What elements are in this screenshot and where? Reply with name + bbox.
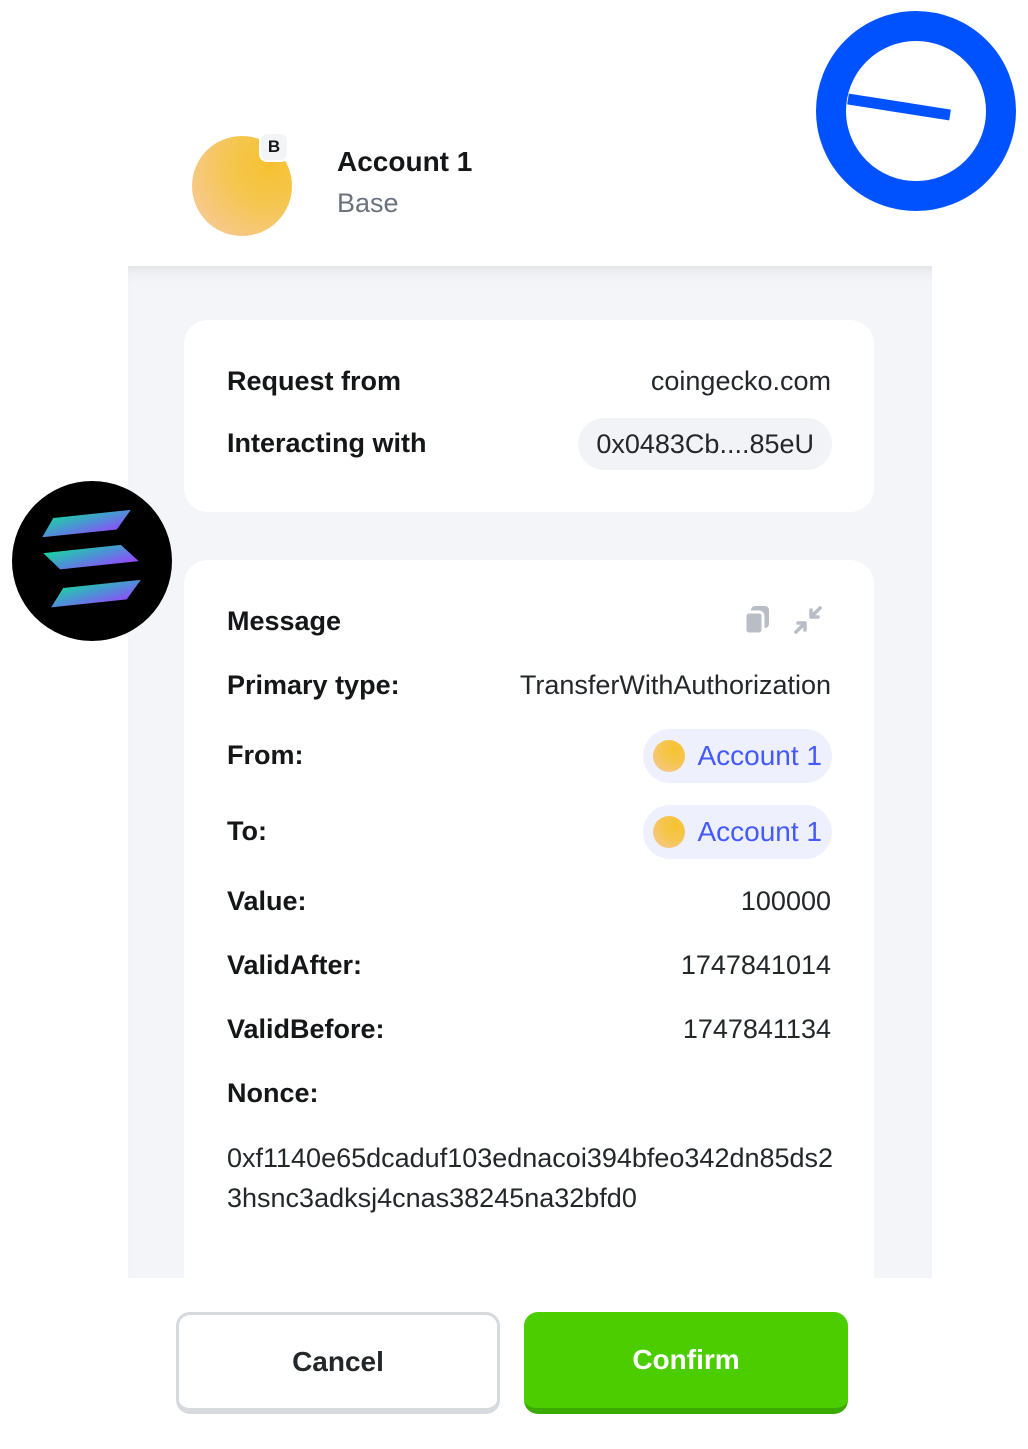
- contract-address-pill[interactable]: 0x0483Cb....85eU: [578, 418, 832, 470]
- primary-type-label: Primary type:: [227, 670, 400, 700]
- request-from-label: Request from: [227, 366, 402, 396]
- nonce-value: 0xf1140e65dcaduf103ednacoi394bfeo342dn85…: [227, 1143, 834, 1213]
- base-logo-icon: [816, 11, 1016, 211]
- account-network: Base: [337, 188, 399, 218]
- cancel-button[interactable]: Cancel: [176, 1312, 500, 1414]
- account-header: B Account 1 Base: [128, 100, 932, 266]
- valid-after-value: 1747841014: [680, 950, 831, 980]
- to-account-avatar: [653, 816, 686, 848]
- request-body[interactable]: Request from coingecko.com Interacting w…: [128, 266, 932, 1278]
- to-account-name: Account 1: [697, 816, 822, 847]
- confirm-button[interactable]: Confirm: [524, 1312, 848, 1414]
- account-name: Account 1: [337, 146, 473, 177]
- collapse-icon[interactable]: [790, 602, 826, 638]
- to-account-pill[interactable]: Account 1: [643, 805, 832, 859]
- solana-logo-icon: [12, 481, 172, 641]
- copy-icon[interactable]: [740, 602, 776, 638]
- from-label: From:: [227, 740, 304, 770]
- valid-before-label: ValidBefore:: [227, 1014, 385, 1044]
- message-title: Message: [227, 606, 342, 636]
- value-value: 100000: [740, 886, 831, 916]
- signature-request-panel: B Account 1 Base Request from coingecko.…: [128, 100, 932, 1430]
- to-label: To:: [227, 816, 267, 846]
- request-origin-card: Request from coingecko.com Interacting w…: [184, 320, 874, 512]
- value-label: Value:: [227, 886, 307, 916]
- chain-badge: B: [259, 132, 289, 162]
- from-account-name: Account 1: [697, 740, 822, 771]
- from-account-pill[interactable]: Account 1: [643, 729, 832, 783]
- primary-type-value: TransferWithAuthorization: [519, 670, 831, 700]
- valid-after-label: ValidAfter:: [227, 950, 363, 980]
- request-from-value: coingecko.com: [650, 366, 831, 396]
- from-account-avatar: [653, 740, 686, 772]
- valid-before-value: 1747841134: [682, 1014, 831, 1044]
- interacting-with-label: Interacting with: [227, 428, 427, 458]
- nonce-label: Nonce:: [227, 1078, 319, 1108]
- action-footer: Cancel Confirm: [128, 1278, 932, 1430]
- message-card: Message Primary type: TransferWithAuthor…: [184, 560, 874, 1278]
